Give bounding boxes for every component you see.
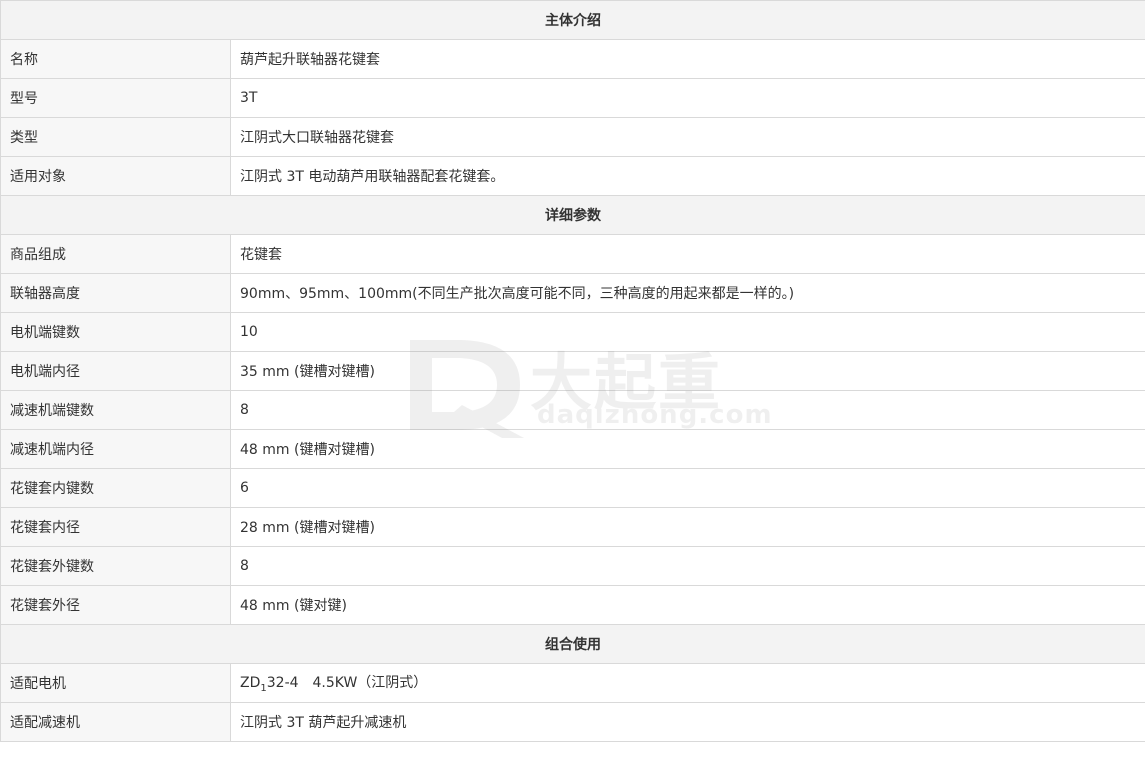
table-row: 适用对象 江阴式 3T 电动葫芦用联轴器配套花键套。 bbox=[0, 156, 1145, 196]
row-label: 电机端键数 bbox=[0, 312, 231, 352]
table-row: 花键套内径 28 mm (键槽对键槽) bbox=[0, 507, 1145, 547]
table-row: 花键套外径 48 mm (键对键) bbox=[0, 585, 1145, 625]
section-header-row: 组合使用 bbox=[0, 624, 1145, 664]
row-value: 花键套 bbox=[230, 234, 1145, 274]
table-row: 名称 葫芦起升联轴器花键套 bbox=[0, 39, 1145, 79]
row-label: 型号 bbox=[0, 78, 231, 118]
row-label: 适用对象 bbox=[0, 156, 231, 196]
row-value: 江阴式 3T 葫芦起升减速机 bbox=[230, 702, 1145, 742]
row-label: 电机端内径 bbox=[0, 351, 231, 391]
row-label: 减速机端内径 bbox=[0, 429, 231, 469]
row-value: 48 mm (键对键) bbox=[230, 585, 1145, 625]
table-row: 联轴器高度 90mm、95mm、100mm(不同生产批次高度可能不同，三种高度的… bbox=[0, 273, 1145, 313]
table-row: 适配减速机 江阴式 3T 葫芦起升减速机 bbox=[0, 702, 1145, 742]
row-value: 3T bbox=[230, 78, 1145, 118]
row-label: 花键套内键数 bbox=[0, 468, 231, 508]
row-value: 8 bbox=[230, 390, 1145, 430]
row-value: 90mm、95mm、100mm(不同生产批次高度可能不同，三种高度的用起来都是一… bbox=[230, 273, 1145, 313]
row-value: ZD132-4 4.5KW（江阴式） bbox=[230, 663, 1145, 703]
section-title: 详细参数 bbox=[0, 195, 1145, 235]
row-label: 适配减速机 bbox=[0, 702, 231, 742]
row-value: 10 bbox=[230, 312, 1145, 352]
row-label: 商品组成 bbox=[0, 234, 231, 274]
table-row: 电机端键数 10 bbox=[0, 312, 1145, 352]
table-row: 减速机端内径 48 mm (键槽对键槽) bbox=[0, 429, 1145, 469]
row-label: 类型 bbox=[0, 117, 231, 157]
row-value: 6 bbox=[230, 468, 1145, 508]
row-label: 花键套内径 bbox=[0, 507, 231, 547]
row-value: 江阴式大口联轴器花键套 bbox=[230, 117, 1145, 157]
table-row: 减速机端键数 8 bbox=[0, 390, 1145, 430]
row-label: 减速机端键数 bbox=[0, 390, 231, 430]
section-header-row: 详细参数 bbox=[0, 195, 1145, 235]
row-value: 葫芦起升联轴器花键套 bbox=[230, 39, 1145, 79]
row-value: 35 mm (键槽对键槽) bbox=[230, 351, 1145, 391]
row-value: 8 bbox=[230, 546, 1145, 586]
table-row: 电机端内径 35 mm (键槽对键槽) bbox=[0, 351, 1145, 391]
row-value: 28 mm (键槽对键槽) bbox=[230, 507, 1145, 547]
row-value: 江阴式 3T 电动葫芦用联轴器配套花键套。 bbox=[230, 156, 1145, 196]
row-label: 联轴器高度 bbox=[0, 273, 231, 313]
row-label: 适配电机 bbox=[0, 663, 231, 703]
motor-model-prefix: ZD bbox=[240, 675, 261, 692]
table-row: 适配电机 ZD132-4 4.5KW（江阴式） bbox=[0, 663, 1145, 703]
row-value: 48 mm (键槽对键槽) bbox=[230, 429, 1145, 469]
table-row: 花键套外键数 8 bbox=[0, 546, 1145, 586]
table-row: 商品组成 花键套 bbox=[0, 234, 1145, 274]
table-row: 类型 江阴式大口联轴器花键套 bbox=[0, 117, 1145, 157]
table-row: 型号 3T bbox=[0, 78, 1145, 118]
spec-table: 主体介绍 名称 葫芦起升联轴器花键套 型号 3T 类型 江阴式大口联轴器花键套 … bbox=[0, 0, 1145, 742]
motor-model-rest: 32-4 4.5KW（江阴式） bbox=[266, 675, 428, 692]
row-label: 花键套外键数 bbox=[0, 546, 231, 586]
section-title: 组合使用 bbox=[0, 624, 1145, 664]
section-header-row: 主体介绍 bbox=[0, 0, 1145, 40]
row-label: 花键套外径 bbox=[0, 585, 231, 625]
table-row: 花键套内键数 6 bbox=[0, 468, 1145, 508]
section-title: 主体介绍 bbox=[0, 0, 1145, 40]
row-label: 名称 bbox=[0, 39, 231, 79]
